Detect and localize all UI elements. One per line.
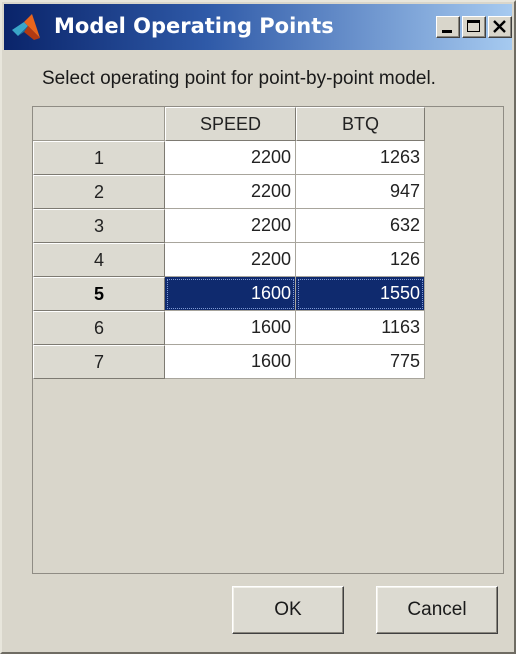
table-row[interactable]: 2 2200 947: [33, 175, 425, 209]
table-row[interactable]: 6 1600 1163: [33, 311, 425, 345]
title-bar[interactable]: Model Operating Points: [4, 4, 512, 50]
row-header[interactable]: 6: [33, 311, 165, 345]
btq-cell[interactable]: 126: [296, 243, 425, 277]
speed-cell[interactable]: 2200: [165, 209, 296, 243]
btq-cell[interactable]: 947: [296, 175, 425, 209]
btq-cell[interactable]: 1163: [296, 311, 425, 345]
speed-cell[interactable]: 1600: [165, 345, 296, 379]
minimize-icon: [442, 30, 452, 33]
column-header-speed[interactable]: SPEED: [165, 107, 296, 141]
row-header[interactable]: 2: [33, 175, 165, 209]
row-header[interactable]: 5: [33, 277, 165, 311]
speed-cell[interactable]: 1600: [165, 277, 296, 311]
btq-cell[interactable]: 775: [296, 345, 425, 379]
operating-points-table[interactable]: SPEED BTQ 1 2200 1263 2 2200 947 3 2200: [32, 106, 504, 574]
data-grid: SPEED BTQ 1 2200 1263 2 2200 947 3 2200: [33, 107, 425, 379]
speed-cell[interactable]: 2200: [165, 141, 296, 175]
speed-cell[interactable]: 2200: [165, 175, 296, 209]
btq-cell[interactable]: 632: [296, 209, 425, 243]
close-icon: [493, 20, 506, 33]
maximize-button[interactable]: [462, 16, 486, 38]
ok-button[interactable]: OK: [232, 586, 344, 634]
row-header[interactable]: 4: [33, 243, 165, 277]
cancel-button[interactable]: Cancel: [376, 586, 498, 634]
table-row[interactable]: 1 2200 1263: [33, 141, 425, 175]
table-row-selected[interactable]: 5 1600 1550: [33, 277, 425, 311]
column-header-btq[interactable]: BTQ: [296, 107, 425, 141]
minimize-button[interactable]: [436, 16, 460, 38]
row-header[interactable]: 7: [33, 345, 165, 379]
speed-cell[interactable]: 2200: [165, 243, 296, 277]
btq-cell[interactable]: 1550: [296, 277, 425, 311]
table-corner: [33, 107, 165, 141]
row-header[interactable]: 3: [33, 209, 165, 243]
header-row: SPEED BTQ: [33, 107, 425, 141]
btq-cell[interactable]: 1263: [296, 141, 425, 175]
close-button[interactable]: [488, 16, 512, 38]
instruction-text: Select operating point for point-by-poin…: [42, 68, 436, 89]
matlab-logo-icon: [12, 14, 40, 40]
maximize-icon: [467, 20, 480, 32]
speed-cell[interactable]: 1600: [165, 311, 296, 345]
table-row[interactable]: 4 2200 126: [33, 243, 425, 277]
table-row[interactable]: 7 1600 775: [33, 345, 425, 379]
window-title: Model Operating Points: [54, 14, 334, 38]
table-row[interactable]: 3 2200 632: [33, 209, 425, 243]
dialog-window: Model Operating Points Select operating …: [0, 0, 516, 654]
row-header[interactable]: 1: [33, 141, 165, 175]
